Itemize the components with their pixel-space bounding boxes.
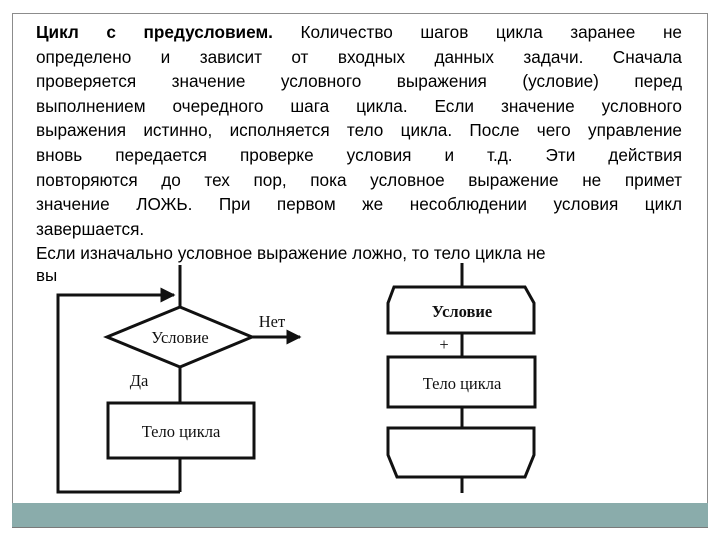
flowcharts: Условие Нет Да Тело цикла Условие + Тело… (56, 263, 537, 494)
condition-label: Условие (151, 328, 208, 347)
plus-label: + (439, 335, 448, 354)
condition-label: Условие (432, 302, 493, 321)
loop-end-block (386, 426, 536, 479)
flowchart-while-left (56, 265, 302, 494)
no-label: Нет (259, 312, 285, 331)
body-label: Тело цикла (142, 422, 221, 441)
footer-bar (12, 503, 708, 528)
body-label: Тело цикла (423, 374, 502, 393)
yes-label: Да (130, 371, 149, 390)
